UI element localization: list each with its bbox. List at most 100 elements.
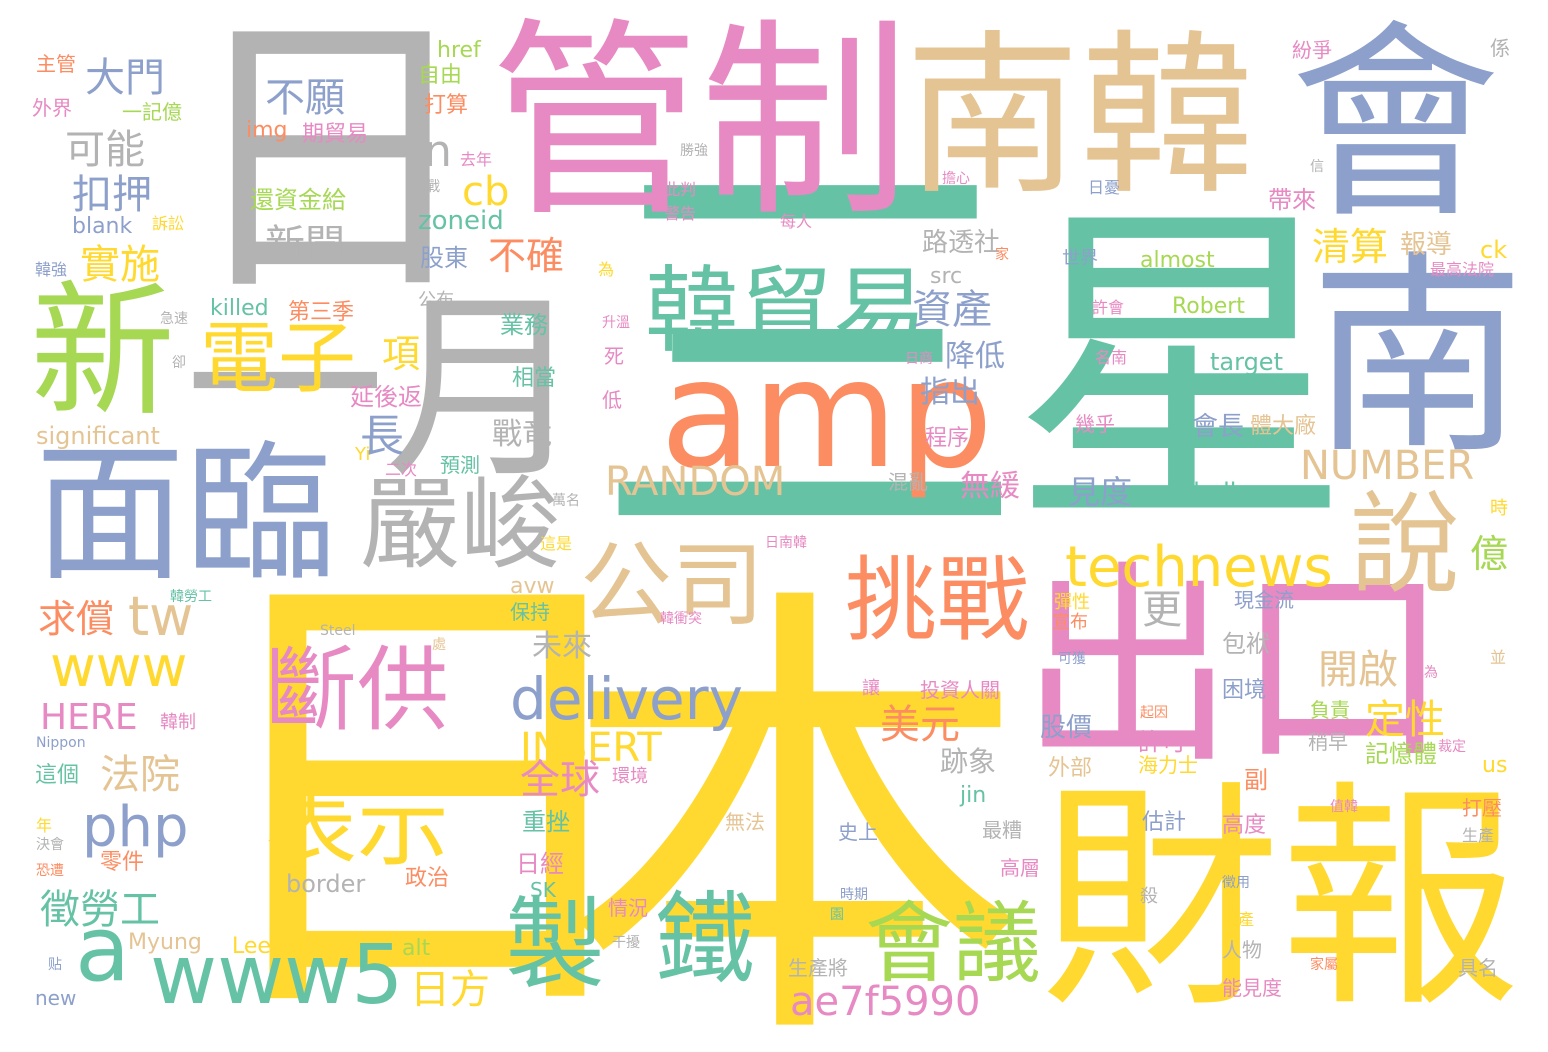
word-xiangdang: 相當	[512, 366, 557, 391]
word-hanqiang: 韓強	[35, 260, 68, 279]
word-n: n	[424, 126, 452, 177]
word-src: src	[930, 264, 963, 289]
word-random: RANDOM	[605, 459, 786, 505]
word-hanzhi: 韓制	[160, 712, 196, 733]
word-tidachang: 體大廠	[1250, 414, 1317, 439]
word-juehui: 決會	[36, 837, 64, 853]
word-tiaozhan: 挑戰	[845, 547, 1030, 654]
word-zuigaofayuan: 最高法院	[1430, 260, 1495, 279]
word-hunluan: 混亂	[888, 470, 928, 494]
word-zhanzhu: 戰竜	[492, 417, 552, 452]
word-mingnan: 名南	[1095, 348, 1128, 367]
word-qunian: 去年	[460, 150, 493, 169]
word-weilai: 未來	[532, 629, 592, 664]
word-danxin: 擔心	[942, 171, 970, 187]
word-huizhang: 會長	[1192, 412, 1245, 442]
word-nian: 年	[36, 816, 53, 835]
word-fayuan: 法院	[100, 752, 180, 798]
word-renwei: 認為	[1410, 665, 1438, 681]
word-blank: blank	[72, 214, 133, 239]
word-que: 卻	[172, 355, 186, 371]
word-fenzheng: 紛爭	[1292, 38, 1332, 62]
word-dazhan: 大戰	[412, 179, 440, 195]
word-new: new	[35, 986, 77, 1010]
word-disanji: 第三季	[288, 300, 355, 325]
word-almost: almost	[1140, 248, 1215, 273]
word-hanchongtu: 韓衝突	[660, 611, 702, 627]
word-baochi: 保持	[510, 600, 550, 624]
word-challenges: challenges	[1180, 478, 1309, 506]
word-zhi: 製	[505, 886, 605, 1003]
word-shaozao: 稍早	[1308, 730, 1348, 754]
word-php: php	[82, 795, 189, 860]
word-hanlaogong: 韓勞工	[170, 589, 212, 605]
word-fuze: 負責	[1310, 698, 1350, 722]
word-qingsuan: 清算	[1312, 225, 1389, 269]
word-renwu: 人物	[1222, 938, 1262, 962]
word-tanxing: 彈性	[1054, 592, 1090, 613]
word-zhihan: 值韓	[1330, 799, 1358, 815]
word-tie-small: 贴	[48, 957, 62, 973]
word-jihu: 幾乎	[1075, 412, 1115, 436]
word-erci: 二次	[385, 460, 418, 479]
word-di: 低	[602, 388, 622, 412]
word-chengxu: 程序	[925, 426, 970, 451]
word-cloud: 本 三 星 日 日 管制 南韓 會 南 出口 財報 amp 新 面臨 一月 韓貿…	[0, 0, 1548, 1052]
word-dailai: 帶來	[1268, 186, 1316, 214]
word-geng: 更	[1142, 587, 1182, 633]
word-touzirenguan: 投資人關	[920, 678, 1000, 702]
word-zaocheng: 造成	[438, 944, 478, 968]
word-delivery: delivery	[510, 665, 743, 733]
word-dingxing: 定性	[1365, 697, 1445, 743]
word-caiding: 裁定	[1438, 739, 1466, 755]
word-waijie: 外界	[32, 96, 72, 120]
word-quanqiu: 全球	[520, 757, 600, 803]
word-juming: 具名	[1458, 956, 1498, 980]
word-ganrao: 干擾	[612, 935, 640, 951]
word-shijie: 世界	[1062, 248, 1098, 269]
word-fu: 副	[1244, 766, 1268, 794]
word-shengqiang: 勝強	[680, 143, 708, 159]
word-us: us	[1482, 753, 1508, 778]
word-jinggao: 警告	[664, 204, 697, 223]
word-qingkuang: 情況	[608, 896, 648, 920]
word-ck: ck	[1480, 236, 1508, 264]
word-href: href	[437, 38, 481, 63]
word-zuizao: 最糟	[982, 818, 1022, 842]
word-biaoshi: 表示	[265, 772, 450, 879]
word-riyou: 日憂	[1088, 178, 1121, 197]
word-lutoushe: 路透社	[922, 228, 1001, 258]
word-dasuan: 打算	[424, 93, 469, 118]
word-sk: SK	[530, 878, 556, 902]
word-xin-char: 信	[1310, 159, 1324, 175]
word-meiyuan: 美元	[880, 702, 960, 748]
word-gaoceng: 高層	[1000, 856, 1040, 880]
word-yi: 億	[1470, 532, 1509, 576]
word-jianchan: 減產	[1222, 910, 1255, 929]
word-lingjian: 零件	[100, 850, 145, 875]
word-baofu: 包袱	[1222, 630, 1270, 658]
word-waibu: 外部	[1048, 756, 1093, 781]
word-shiqi: 時期	[840, 887, 868, 903]
word-yijiyi: 一記億	[122, 100, 182, 124]
word-buque: 不確	[488, 234, 565, 278]
word-zongjine: 總金額	[292, 939, 334, 955]
word-jisu: 急速	[160, 311, 188, 327]
word-huiyi: 會議	[865, 892, 1042, 995]
word-nippon: Nippon	[36, 735, 86, 751]
word-nengjiandu: 能見度	[1222, 976, 1282, 1000]
word-wuhuan: 無緩	[960, 469, 1020, 504]
word-si: 死	[604, 344, 624, 368]
word-number: NUMBER	[1300, 443, 1475, 489]
word-kaiqi: 開啟	[1318, 647, 1398, 693]
word-jiashu: 家屬	[1310, 957, 1338, 973]
word-alt: alt	[402, 936, 431, 961]
word-significant: significant	[36, 422, 160, 450]
word-bing: 並	[1490, 648, 1507, 667]
word-zhuguan: 主管	[36, 52, 76, 76]
word-zhengyong: 徵用	[1222, 875, 1250, 891]
word-jiandu: 見度	[1068, 473, 1133, 511]
word-shengchan: 生產	[1462, 826, 1495, 845]
word-img: img	[246, 118, 288, 143]
word-baodao: 報導	[1400, 230, 1453, 260]
